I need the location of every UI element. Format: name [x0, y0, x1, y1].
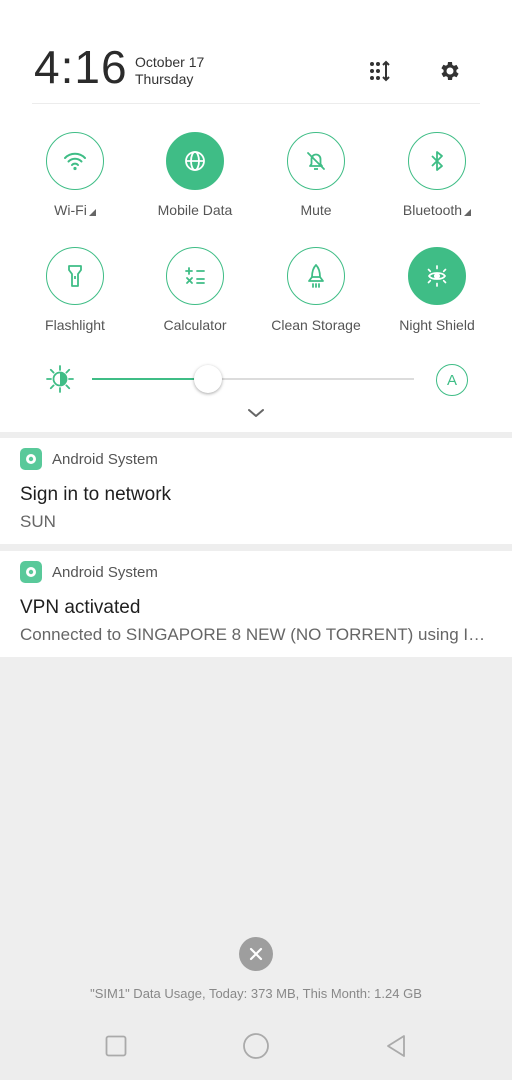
tile-mute[interactable]: Mute: [256, 132, 376, 218]
tile-label: Calculator: [163, 317, 227, 333]
date-block: October 17 Thursday: [135, 54, 204, 88]
settings-gear-icon[interactable]: [434, 56, 464, 86]
quick-settings-panel: 4:16 October 17 Thursday Wi-Fi Mobile Da…: [0, 0, 512, 432]
circle-icon: [243, 1033, 269, 1059]
notification-card[interactable]: Android System Sign in to network SUN: [0, 438, 512, 544]
clock: 4:16: [34, 41, 128, 93]
header-divider: [32, 103, 480, 104]
tile-bluetooth[interactable]: Bluetooth: [377, 132, 497, 218]
android-system-icon: [20, 561, 42, 583]
notification-title: Sign in to network: [20, 484, 172, 505]
tile-label: Mobile Data: [157, 202, 233, 218]
notification-app-row: Android System: [20, 448, 158, 470]
clear-notifications-button[interactable]: [239, 937, 273, 971]
notification-body: Connected to SINGAPORE 8 NEW (NO TORRENT…: [20, 625, 492, 644]
brightness-sun-icon: [45, 364, 75, 399]
weekday-text: Thursday: [135, 71, 194, 87]
expand-triangle-icon: [464, 209, 472, 216]
auto-brightness-button[interactable]: A: [436, 364, 468, 396]
notification-app-name: Android System: [52, 450, 158, 468]
brightness-slider[interactable]: [92, 365, 414, 393]
navigation-bar: [0, 1010, 512, 1080]
back-button[interactable]: [382, 1032, 410, 1060]
calculator-icon: [166, 247, 224, 305]
expand-triangle-icon: [88, 209, 96, 216]
tile-label: Clean Storage: [271, 317, 361, 333]
notification-card[interactable]: Android System VPN activated Connected t…: [0, 551, 512, 657]
tile-flashlight[interactable]: Flashlight: [15, 247, 135, 333]
notification-body: SUN: [20, 512, 56, 531]
close-icon: [249, 947, 263, 961]
brightness-thumb[interactable]: [193, 365, 222, 393]
edit-tiles-icon[interactable]: [366, 56, 396, 86]
bluetooth-icon: [408, 132, 466, 190]
back-triangle-icon: [387, 1035, 405, 1057]
tile-mobile-data[interactable]: Mobile Data: [135, 132, 255, 218]
notification-app-name: Android System: [52, 563, 158, 581]
rocket-icon: [287, 247, 345, 305]
tile-clean-storage[interactable]: Clean Storage: [256, 247, 376, 333]
wifi-icon: [46, 132, 104, 190]
eye-sun-icon: [408, 247, 466, 305]
notification-app-row: Android System: [20, 561, 158, 583]
globe-icon: [166, 132, 224, 190]
tile-wifi[interactable]: Wi-Fi: [15, 132, 135, 218]
tile-calculator[interactable]: Calculator: [135, 247, 255, 333]
data-usage-text: "SIM1" Data Usage, Today: 373 MB, This M…: [90, 986, 422, 1001]
recents-button[interactable]: [102, 1032, 130, 1060]
chevron-down-icon[interactable]: [246, 406, 266, 425]
tile-label: Night Shield: [399, 317, 475, 333]
tile-label: Bluetooth: [402, 202, 463, 218]
tile-night-shield[interactable]: Night Shield: [377, 247, 497, 333]
bell-off-icon: [287, 132, 345, 190]
flashlight-icon: [46, 247, 104, 305]
square-icon: [105, 1035, 127, 1057]
date-text: October 17: [135, 54, 205, 70]
notification-title: VPN activated: [20, 597, 141, 618]
tile-label: Wi-Fi: [54, 202, 87, 218]
tile-label: Mute: [300, 202, 332, 218]
brightness-fill: [92, 378, 208, 380]
android-system-icon: [20, 448, 42, 470]
home-button[interactable]: [242, 1032, 270, 1060]
tile-label: Flashlight: [45, 317, 105, 333]
